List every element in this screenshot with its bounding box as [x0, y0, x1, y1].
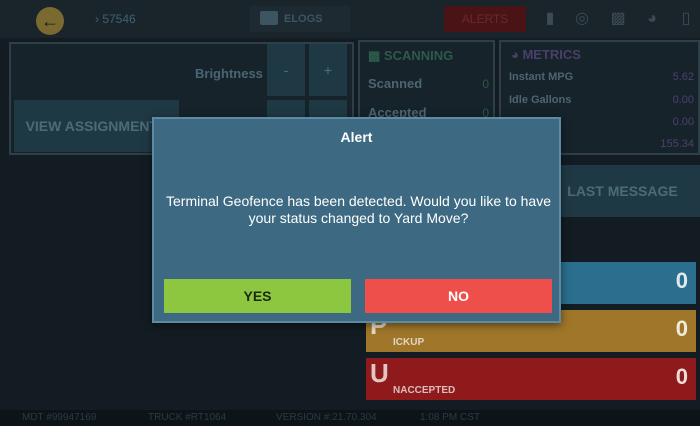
- pickup-count: 0: [675, 316, 688, 341]
- top-bar: ← › 57546 ELOGS ALERTS ▮ ◎ ▩ ◕ ▯: [0, 0, 700, 38]
- unaccepted-letter: U: [370, 358, 389, 388]
- clock: 1:08 PM CST: [420, 412, 481, 423]
- alert-dialog: Alert Terminal Geofence has been detecte…: [152, 117, 561, 323]
- yes-button[interactable]: YES: [164, 279, 351, 313]
- signal-icon: ▮: [545, 10, 555, 27]
- scanning-title: ▩ SCANNING: [368, 48, 453, 64]
- elogs-button[interactable]: ELOGS: [250, 6, 350, 32]
- globe-icon[interactable]: ◎: [572, 9, 592, 29]
- brightness-increase-button[interactable]: +: [309, 44, 347, 96]
- mdt-id: MDT #99947169: [22, 412, 97, 423]
- brightness-label: Brightness: [195, 66, 263, 81]
- idle-gallons-value: 0.00: [672, 94, 694, 106]
- app-screen: ← › 57546 ELOGS ALERTS ▮ ◎ ▩ ◕ ▯ Brightn…: [0, 0, 700, 426]
- instant-mpg-label: Instant MPG: [509, 71, 574, 83]
- scanned-label: Scanned: [368, 76, 423, 91]
- metrics-title: ◕ METRICS: [511, 47, 581, 62]
- alert-message: Terminal Geofence has been detected. Wou…: [166, 193, 551, 226]
- idle-gallons-label: Idle Gallons: [509, 94, 572, 106]
- truck-id: TRUCK #RT1064: [148, 412, 227, 423]
- elogs-icon: [260, 11, 278, 25]
- status-bar: MDT #99947169 TRUCK #RT1064 VERSION #:21…: [0, 410, 700, 426]
- back-arrow-icon[interactable]: ←: [36, 7, 64, 35]
- printer-icon[interactable]: ▩: [608, 9, 628, 29]
- scanned-value: 0: [482, 77, 489, 91]
- brightness-decrease-button[interactable]: -: [267, 44, 305, 96]
- speedometer-icon: ◕: [511, 47, 523, 62]
- unaccepted-count: 0: [675, 364, 688, 389]
- pickup-label: ICKUP: [393, 337, 425, 348]
- scanning-title-label: SCANNING: [383, 48, 454, 63]
- unaccepted-label: NACCEPTED: [393, 385, 456, 396]
- metrics-title-label: METRICS: [522, 47, 581, 62]
- alert-title: Alert: [340, 129, 373, 145]
- alerts-button[interactable]: ALERTS: [444, 6, 526, 32]
- gauge-icon[interactable]: ◕: [642, 9, 662, 29]
- scanner-icon: ▩: [368, 48, 384, 63]
- elogs-label: ELOGS: [284, 13, 323, 25]
- device-icon[interactable]: ▯: [676, 9, 696, 29]
- version: VERSION #:21.70.304: [276, 412, 377, 423]
- no-button[interactable]: NO: [365, 279, 552, 313]
- tile-1-count: 0: [675, 268, 688, 293]
- last-message-button[interactable]: LAST MESSAGE: [545, 165, 700, 217]
- metric-value-4: 155.34: [660, 138, 694, 150]
- metric-value-3: 0.00: [672, 116, 694, 128]
- mdt-number: › 57546: [95, 12, 136, 26]
- unaccepted-tile[interactable]: U NACCEPTED 0: [366, 358, 696, 400]
- instant-mpg-value: 5.62: [672, 71, 694, 83]
